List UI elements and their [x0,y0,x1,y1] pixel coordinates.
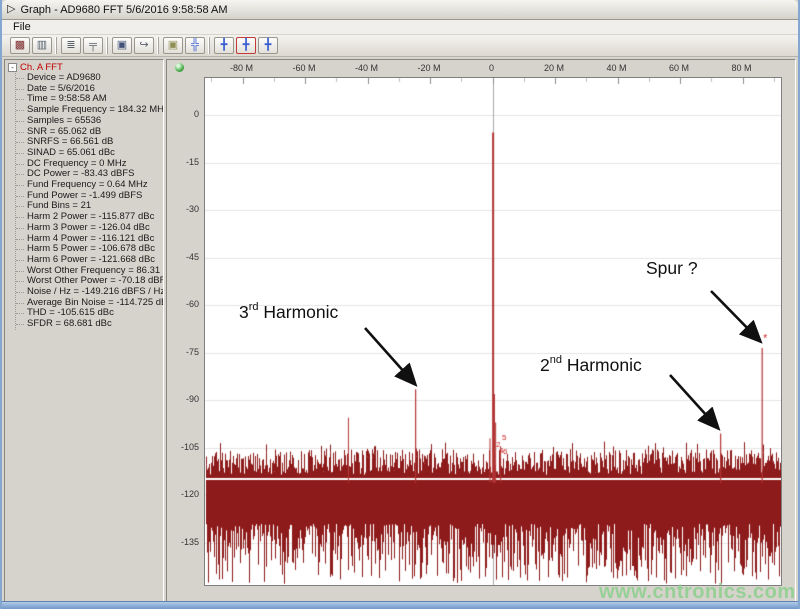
toolbar: ▩ ▥ ≣ ╤ ▣ ↪ ▣ ╬ ╋ ╋ ╋ [2,35,798,57]
toolbar-button-grid[interactable]: ╬ [185,37,205,54]
y-tick-label: -90 [185,394,199,405]
x-tick-label: -80 M [229,63,254,73]
x-tick-label: -20 M [417,63,441,73]
y-tick-label: -75 [185,346,199,357]
menu-file[interactable]: File [9,21,35,33]
y-tick-label: -120 [180,489,199,500]
y-tick-label: 0 [193,109,199,119]
x-tick-label: 60 M [668,63,690,73]
tree-items: Device = AD9680 Date = 5/6/2016 Time = 9:5… [15,72,163,330]
toolbar-group: ≣ ╤ [56,37,107,54]
toolbar-button-fft-view[interactable]: ▩ [10,37,30,54]
tree-item[interactable]: SFDR = 68.681 dBc [16,318,163,330]
menu-bar: File [2,20,798,35]
toolbar-group: ▩ ▥ [6,37,56,54]
window-title: Graph - AD9680 FFT 5/6/2016 9:58:58 AM [20,3,228,16]
window-bottom-frame [2,601,798,609]
toolbar-button-zoom-xy[interactable]: ╋ [236,37,256,54]
main-content: - Ch. A FFT Device = AD9680 Date = 5/6/20… [2,57,798,605]
toolbar-button-marker[interactable]: ╤ [83,37,103,54]
y-tick-label: -15 [185,156,199,167]
tree-collapse-icon[interactable]: - [8,63,17,72]
toolbar-group: ▣ ↪ [107,37,158,54]
fft-plot-canvas [205,78,781,585]
toolbar-button-zoom-x[interactable]: ╋ [258,37,278,54]
y-tick-label: -135 [180,536,199,547]
toolbar-button-single-tone[interactable]: ▣ [163,37,183,54]
x-tick-label: 80 M [731,63,752,73]
second-harmonic-annotation: 2nd Harmonic [540,354,642,375]
x-tick-label: 40 M [606,63,627,73]
tree-item[interactable]: Harm 3 Power = -126.04 dBc [16,222,163,234]
fft-chart: 3rd Harmonic 2nd Harmonic Spur ? [204,77,782,586]
x-tick-label: 20 M [543,63,565,73]
x-tick-label: 0 [488,63,495,73]
toolbar-button-pan[interactable]: ╋ [214,37,234,54]
toolbar-group: ▣ ╬ [158,37,209,54]
x-tick-label: -60 M [292,63,316,73]
spur-annotation: Spur ? [646,258,698,278]
status-led-icon [175,63,184,72]
toolbar-button-export[interactable]: ↪ [134,37,154,54]
y-tick-label: -105 [180,441,199,452]
app-icon: ▷ [7,3,16,15]
y-tick-label: -45 [185,251,199,262]
y-tick-label: -30 [185,204,199,215]
toolbar-group: ╋ ╋ ╋ [209,37,282,54]
title-bar: ▷ Graph - AD9680 FFT 5/6/2016 9:58:58 AM [2,0,798,20]
app-window: ▷ Graph - AD9680 FFT 5/6/2016 9:58:58 AM… [0,0,800,609]
plot-panel: -80 M -60 M -40 M -20 M 0 20 M 40 M 60 M 80 M 0 -… [166,59,796,603]
toolbar-button-list[interactable]: ≣ [61,37,81,54]
y-tick-label: -60 [185,299,199,310]
x-tick-label: -40 M [354,63,379,73]
third-harmonic-annotation: 3rd Harmonic [239,301,339,322]
tree-item[interactable]: Samples = 65536 [16,115,163,127]
toolbar-button-save[interactable]: ▣ [112,37,132,54]
stats-tree-panel: - Ch. A FFT Device = AD9680 Date = 5/6/20… [4,59,164,603]
toolbar-button-report-view[interactable]: ▥ [32,37,52,54]
